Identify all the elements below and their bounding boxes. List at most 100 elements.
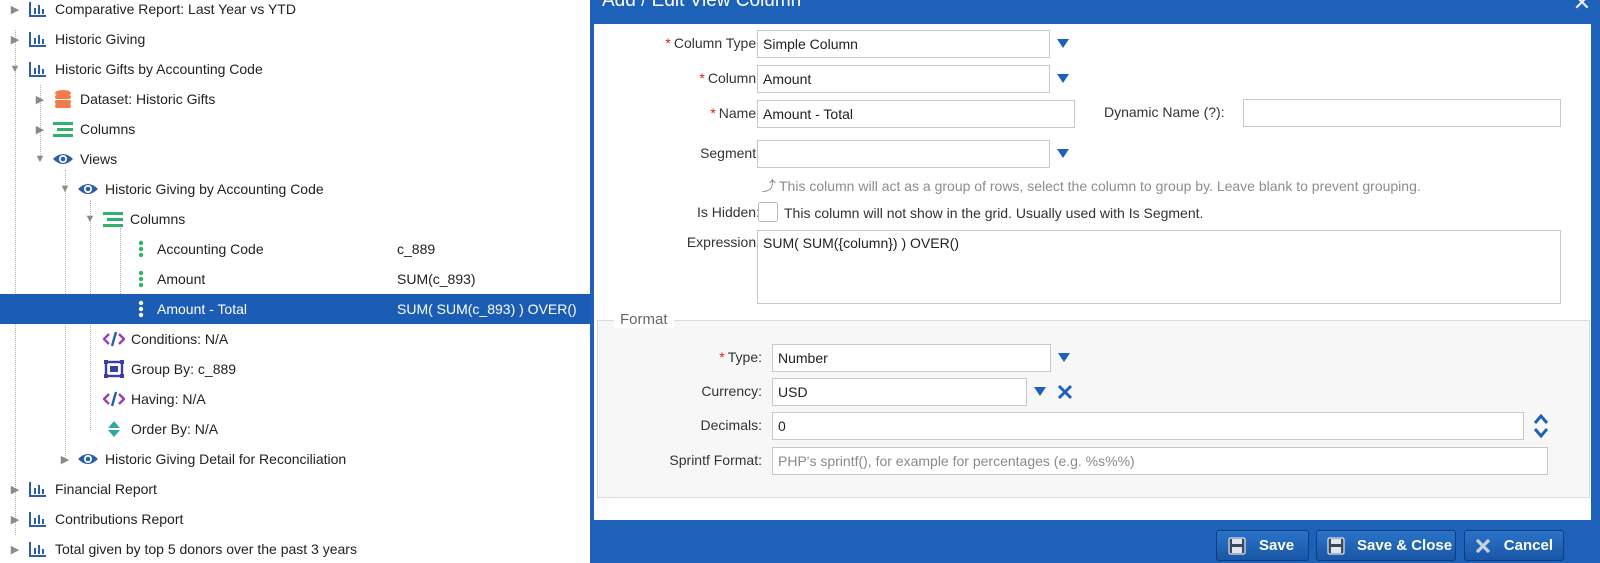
- bar-chart-icon: [27, 479, 49, 499]
- tree-item-views[interactable]: ▼ Views: [0, 144, 590, 174]
- decimals-input[interactable]: 0: [772, 412, 1524, 440]
- bar-chart-icon: [27, 539, 49, 559]
- is-hidden-hint: This column will not show in the grid. U…: [784, 205, 1204, 221]
- tree-item-having[interactable]: Having: N/A: [0, 384, 590, 414]
- expand-arrow-icon[interactable]: ▶: [9, 513, 21, 526]
- tree-item-column-amount[interactable]: Amount SUM(c_893): [0, 264, 590, 294]
- expand-arrow-icon[interactable]: ▶: [34, 93, 46, 106]
- tree-item-historic-gifts-by-accounting-code[interactable]: ▼ Historic Gifts by Accounting Code: [0, 54, 590, 84]
- number-stepper-icon[interactable]: [1532, 413, 1550, 439]
- expand-arrow-icon[interactable]: ▶: [9, 3, 21, 16]
- tree-item-label: Historic Giving: [55, 31, 146, 47]
- tree-item-view-historic-giving-by-accounting-code[interactable]: ▼ Historic Giving by Accounting Code: [0, 174, 590, 204]
- floppy-disk-icon: [1227, 536, 1247, 556]
- save-button[interactable]: Save: [1216, 530, 1309, 561]
- dynamic-name-label: Dynamic Name (?):: [1104, 104, 1225, 120]
- segment-hint: ⤴ This column will act as a group of rows…: [762, 178, 1421, 194]
- tree-item-label: Columns: [80, 121, 136, 137]
- chevron-down-icon[interactable]: [1057, 350, 1071, 364]
- tree-item-label: Accounting Code: [157, 241, 264, 257]
- segment-label: Segment:: [700, 145, 760, 161]
- tree-item-view-detail-reconciliation[interactable]: ▶ Historic Giving Detail for Reconciliat…: [0, 444, 590, 474]
- format-type-label: * Type:: [719, 349, 762, 365]
- dialog-title: Add / Edit View Column: [602, 0, 802, 11]
- tree-item-conditions[interactable]: Conditions: N/A: [0, 324, 590, 354]
- is-hidden-label: Is Hidden:: [696, 204, 760, 220]
- tree-item-column-amount-total[interactable]: Amount - Total SUM( SUM(c_893) ) OVER(): [0, 294, 590, 324]
- tree-item-top-5-donors[interactable]: ▶ Total given by top 5 donors over the p…: [0, 534, 590, 563]
- tree-item-historic-giving[interactable]: ▶ Historic Giving: [0, 24, 590, 54]
- cancel-button[interactable]: Cancel: [1464, 530, 1564, 561]
- cancel-button-label: Cancel: [1503, 537, 1553, 554]
- collapse-arrow-icon[interactable]: ▼: [59, 183, 71, 195]
- expression-textarea[interactable]: SUM( SUM({column}) ) OVER(): [757, 230, 1561, 304]
- floppy-disk-icon: [1327, 536, 1345, 556]
- collapse-arrow-icon[interactable]: ▼: [34, 153, 46, 165]
- save-and-close-button[interactable]: Save & Close: [1316, 530, 1456, 561]
- format-legend: Format: [614, 311, 674, 328]
- tree-item-columns[interactable]: ▶ Columns: [0, 114, 590, 144]
- segment-select[interactable]: [757, 140, 1050, 168]
- tree-item-view-columns[interactable]: ▼ Columns: [0, 204, 590, 234]
- collapse-arrow-icon[interactable]: ▼: [84, 213, 96, 225]
- bar-chart-icon: [27, 0, 49, 19]
- bar-chart-icon: [27, 29, 49, 49]
- tree-item-label: Order By: N/A: [131, 421, 219, 437]
- columns-icon: [102, 209, 124, 229]
- column-select[interactable]: Amount: [757, 65, 1050, 93]
- group-by-icon: [103, 359, 125, 379]
- sprintf-label: Sprintf Format:: [669, 452, 762, 468]
- tree-item-label: Contributions Report: [55, 511, 184, 527]
- name-input[interactable]: Amount - Total: [757, 100, 1075, 128]
- tree-item-label: Conditions: N/A: [131, 331, 229, 347]
- eye-icon: [77, 449, 99, 469]
- currency-select[interactable]: USD: [772, 378, 1027, 406]
- chevron-down-icon[interactable]: [1033, 384, 1047, 398]
- tree-item-label: Dataset: Historic Gifts: [80, 91, 216, 107]
- dialog-body: * Column Type: Simple Column * Column: Amo…: [594, 24, 1591, 520]
- tree-item-contributions-report[interactable]: ▶ Contributions Report: [0, 504, 590, 534]
- tree-item-comparative-report[interactable]: ▶ Comparative Report: Last Year vs YTD: [0, 0, 590, 24]
- format-type-select[interactable]: Number: [772, 344, 1051, 372]
- expand-arrow-icon[interactable]: ▶: [34, 123, 46, 136]
- chevron-down-icon[interactable]: [1056, 36, 1070, 50]
- expand-arrow-icon[interactable]: ▶: [9, 33, 21, 46]
- report-tree: ▶ Comparative Report: Last Year vs YTD ▶…: [0, 0, 590, 563]
- close-icon[interactable]: ✕: [1572, 0, 1592, 14]
- tree-item-label: Financial Report: [55, 481, 157, 497]
- save-button-label: Save: [1259, 537, 1295, 554]
- chevron-down-icon[interactable]: [1056, 146, 1070, 160]
- tree-item-order-by[interactable]: Order By: N/A: [0, 414, 590, 444]
- bar-chart-icon: [27, 509, 49, 529]
- tree-item-dataset[interactable]: ▶ Dataset: Historic Gifts: [0, 84, 590, 114]
- column-label: * Column:: [699, 70, 760, 86]
- tree-item-group-by[interactable]: Group By: c_889: [0, 354, 590, 384]
- clear-icon[interactable]: [1056, 383, 1074, 401]
- collapse-arrow-icon[interactable]: ▼: [9, 63, 21, 75]
- tree-item-financial-report[interactable]: ▶ Financial Report: [0, 474, 590, 504]
- tree-item-value: SUM(c_893): [397, 271, 476, 287]
- expand-arrow-icon[interactable]: ▶: [9, 483, 21, 496]
- column-dots-icon: [130, 299, 152, 319]
- code-icon: [103, 389, 125, 409]
- tree-item-label: Group By: c_889: [131, 361, 237, 377]
- column-type-select[interactable]: Simple Column: [757, 30, 1050, 58]
- tree-item-label: Amount - Total: [157, 301, 248, 317]
- dynamic-name-input[interactable]: [1243, 99, 1561, 127]
- expand-arrow-icon[interactable]: ▶: [59, 453, 71, 466]
- column-type-label: * Column Type:: [665, 35, 760, 51]
- sprintf-input[interactable]: PHP's sprintf(), for example for percent…: [772, 447, 1548, 475]
- save-and-close-button-label: Save & Close: [1357, 537, 1453, 554]
- tree-item-label: Comparative Report: Last Year vs YTD: [55, 1, 296, 17]
- format-group: Format * Type: Number Currency: USD Decim…: [597, 311, 1590, 498]
- bar-chart-icon: [27, 59, 49, 79]
- is-hidden-checkbox[interactable]: [758, 202, 778, 222]
- dialog-footer: Save Save & Close Cancel: [594, 520, 1591, 563]
- expand-arrow-icon[interactable]: ▶: [9, 543, 21, 556]
- sort-icon: [103, 419, 125, 439]
- tree-item-column-accounting-code[interactable]: Accounting Code c_889: [0, 234, 590, 264]
- edit-view-column-dialog: Add / Edit View Column ✕ * Column Type: S…: [590, 0, 1600, 563]
- tree-item-label: Having: N/A: [131, 391, 206, 407]
- decimals-label: Decimals:: [700, 417, 762, 433]
- chevron-down-icon[interactable]: [1056, 71, 1070, 85]
